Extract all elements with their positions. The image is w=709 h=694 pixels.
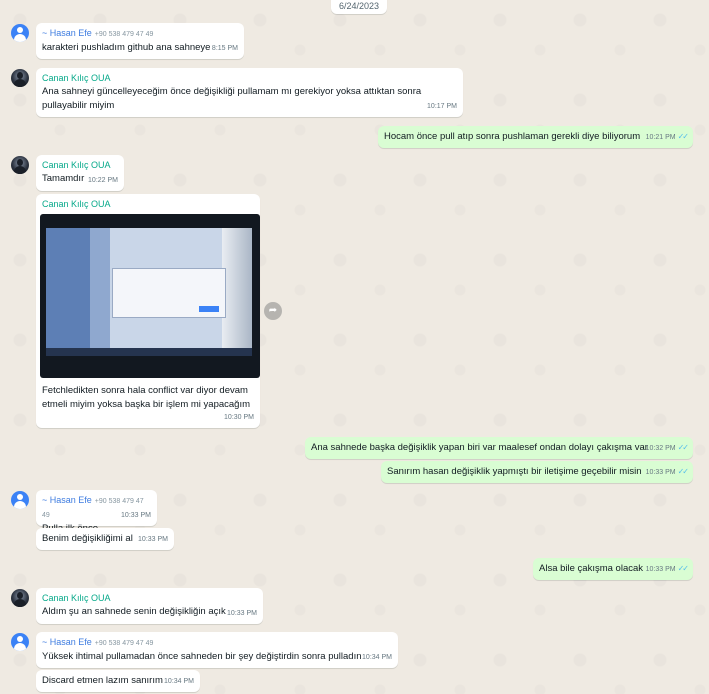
outgoing-message[interactable]: Alsa bile çakışma olacak 10:33 PM ✓✓: [533, 558, 693, 580]
incoming-message[interactable]: Canan Kılıç OUA Ana sahneyi güncelleyece…: [36, 68, 463, 117]
sender-phone: +90 538 479 47 49: [94, 640, 154, 647]
attached-photo[interactable]: [40, 214, 260, 378]
message-text-line: Ana sahneyi güncelleyeceğim önce değişik…: [42, 86, 422, 97]
message-text: Yüksek ihtimal pullamadan önce sahneden …: [42, 651, 362, 662]
message-time: 10:33 PM ✓✓: [645, 564, 689, 573]
outgoing-message[interactable]: Sanırım hasan değişiklik yapmıştı bir il…: [381, 461, 693, 483]
sender-name[interactable]: ~ Hasan Efe: [42, 495, 92, 505]
message-time: 10:33 PM: [227, 610, 257, 617]
message-time: 10:34 PM: [362, 654, 392, 661]
incoming-message[interactable]: ~ Hasan Efe+90 538 479 47 49 Pulla ilk ö…: [36, 490, 157, 534]
dialog-in-photo: [112, 268, 226, 318]
message-time: 10:17 PM: [427, 103, 457, 110]
message-time: 10:22 PM: [88, 177, 118, 184]
incoming-message[interactable]: ~ Hasan Efe +90 538 479 47 49 karakteri p…: [36, 23, 244, 59]
profile-photo[interactable]: [11, 156, 29, 174]
date-separator: 6/24/2023: [331, 0, 387, 14]
read-ticks-icon: ✓✓: [677, 564, 689, 573]
read-ticks-icon: ✓✓: [677, 132, 689, 141]
incoming-message[interactable]: Canan Kılıç OUA Tamamdır 10:22 PM: [36, 155, 124, 191]
message-text: Aldım şu an sahnede senin değişikliğin a…: [42, 606, 226, 617]
message-time: 10:32 PM ✓✓: [645, 443, 689, 452]
message-time: 10:33 PM: [138, 536, 168, 543]
outgoing-message[interactable]: Ana sahnede başka değişiklik yapan biri …: [305, 437, 693, 459]
message-text-line: pullayabilir miyim: [42, 100, 115, 111]
incoming-message[interactable]: ~ Hasan Efe +90 538 479 47 49 Yüksek ihti…: [36, 632, 398, 668]
message-time: 10:21 PM ✓✓: [645, 132, 689, 141]
incoming-image-message[interactable]: Canan Kılıç OUA Fetchledikten sonra hala…: [36, 194, 260, 428]
message-time: 8:15 PM: [211, 45, 238, 52]
message-text: karakteri pushladım github ana sahneye: [42, 42, 211, 53]
sender-name[interactable]: Canan Kılıç OUA: [42, 73, 111, 83]
profile-photo[interactable]: [11, 69, 29, 87]
message-time: 10:33 PM ✓✓: [645, 467, 689, 476]
message-time: 10:33 PM: [121, 512, 151, 519]
sender-name[interactable]: ~ Hasan Efe: [42, 28, 92, 38]
message-time: 10:34 PM: [164, 678, 194, 685]
forward-icon[interactable]: ➦: [264, 302, 282, 320]
message-time: 10:30 PM: [224, 414, 254, 421]
sender-name[interactable]: Canan Kılıç OUA: [42, 593, 111, 603]
read-ticks-icon: ✓✓: [677, 443, 689, 452]
message-text-line: etmeli miyim yoksa başka bir işlem mi ya…: [42, 399, 251, 410]
default-avatar-icon[interactable]: [11, 24, 29, 42]
read-ticks-icon: ✓✓: [677, 467, 689, 476]
default-avatar-icon[interactable]: [11, 491, 29, 509]
profile-photo[interactable]: [11, 589, 29, 607]
sender-name[interactable]: ~ Hasan Efe: [42, 637, 92, 647]
message-text: Sanırım hasan değişiklik yapmıştı bir il…: [387, 466, 642, 477]
incoming-message[interactable]: Discard etmen lazım sanırım 10:34 PM: [36, 670, 200, 692]
message-text: Hocam önce pull atıp sonra pushlaman ger…: [384, 131, 641, 142]
message-text-line: Fetchledikten sonra hala conflict var di…: [42, 385, 248, 396]
incoming-message[interactable]: Canan Kılıç OUA Aldım şu an sahnede seni…: [36, 588, 263, 624]
sender-phone: +90 538 479 47 49: [94, 31, 154, 38]
default-avatar-icon[interactable]: [11, 633, 29, 651]
sender-name[interactable]: Canan Kılıç OUA: [42, 160, 111, 170]
sender-name[interactable]: Canan Kılıç OUA: [42, 199, 111, 209]
outgoing-message[interactable]: Hocam önce pull atıp sonra pushlaman ger…: [378, 126, 693, 148]
message-text: Ana sahnede başka değişiklik yapan biri …: [311, 442, 648, 453]
incoming-message[interactable]: Benim değişikliğimi al 10:33 PM: [36, 528, 174, 550]
